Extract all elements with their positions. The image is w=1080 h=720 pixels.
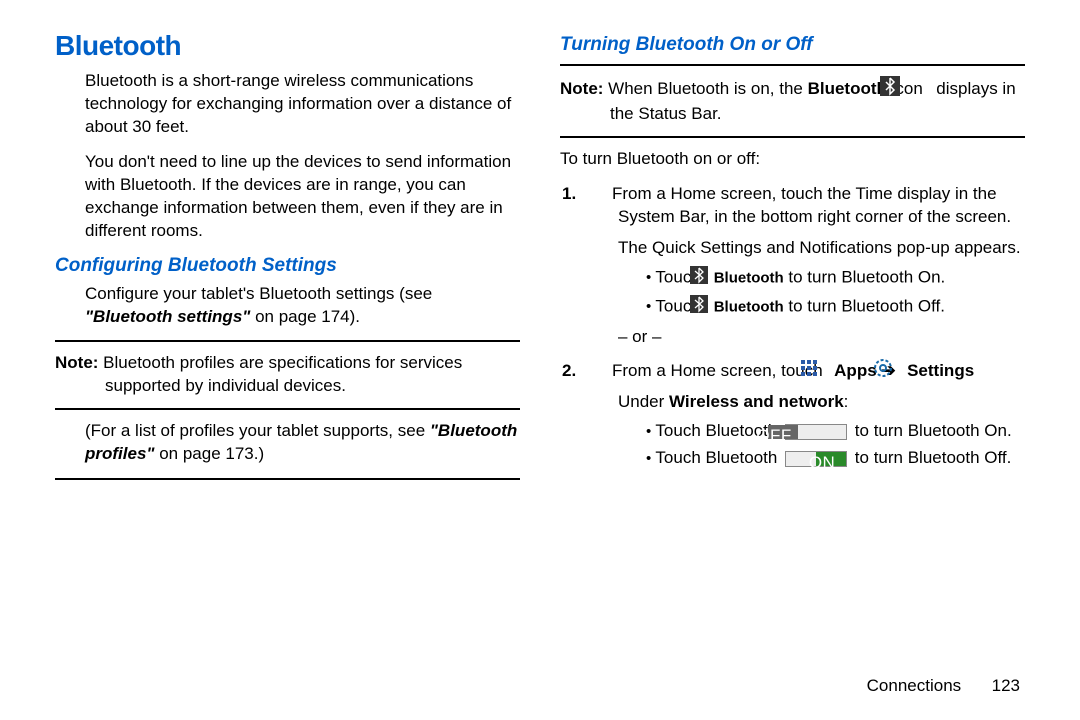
toggle-off-icon: OFF [785,424,847,440]
note-bt-icon: Note: When Bluetooth is on, the Bluetoot… [560,76,1025,126]
footer-page-number: 123 [992,676,1020,695]
subheading-configuring: Configuring Bluetooth Settings [55,255,520,277]
profiles-ref-text: (For a list of profiles your tablet supp… [55,420,520,466]
divider [55,408,520,410]
step-1: 1.From a Home screen, touch the Time dis… [590,183,1025,349]
bullet-bt-off: Touch Bluetooth to turn Bluetooth Off. [646,295,1025,320]
footer-section: Connections [867,676,962,695]
bullet-toggle-on: Touch Bluetooth OFF to turn Bluetooth On… [646,420,1025,443]
intro-paragraph-1: Bluetooth is a short-range wireless comm… [55,70,520,139]
section-heading-bluetooth: Bluetooth [55,30,520,62]
intro-paragraph-2: You don't need to line up the devices to… [55,151,520,243]
left-column: Bluetooth Bluetooth is a short-range wir… [55,30,520,490]
divider [560,64,1025,66]
divider [55,478,520,480]
ref-bluetooth-settings: "Bluetooth settings" [85,307,250,326]
configure-text: Configure your tablet's Bluetooth settin… [55,283,520,329]
intro-steps: To turn Bluetooth on or off: [560,148,1025,171]
step-2: 2.From a Home screen, touch Apps ➔ Setti… [590,358,1025,470]
subheading-turning-on-off: Turning Bluetooth On or Off [560,34,1025,56]
divider [55,340,520,342]
step-1-result: The Quick Settings and Notifications pop… [618,237,1025,260]
toggle-on-icon: ON [785,451,847,467]
bullet-bt-on: Touch Bluetooth to turn Bluetooth On. [646,266,1025,291]
steps-list: 1.From a Home screen, touch the Time dis… [560,183,1025,470]
right-column: Turning Bluetooth On or Off Note: When B… [560,30,1025,490]
step-2-line2: Under Wireless and network: [618,391,1025,414]
page-footer: Connections 123 [867,675,1020,698]
or-separator: – or – [618,326,1025,349]
bullet-toggle-off: Touch Bluetooth ON to turn Bluetooth Off… [646,447,1025,470]
divider [560,136,1025,138]
note-profiles: Note: Bluetooth profiles are specificati… [55,352,520,398]
